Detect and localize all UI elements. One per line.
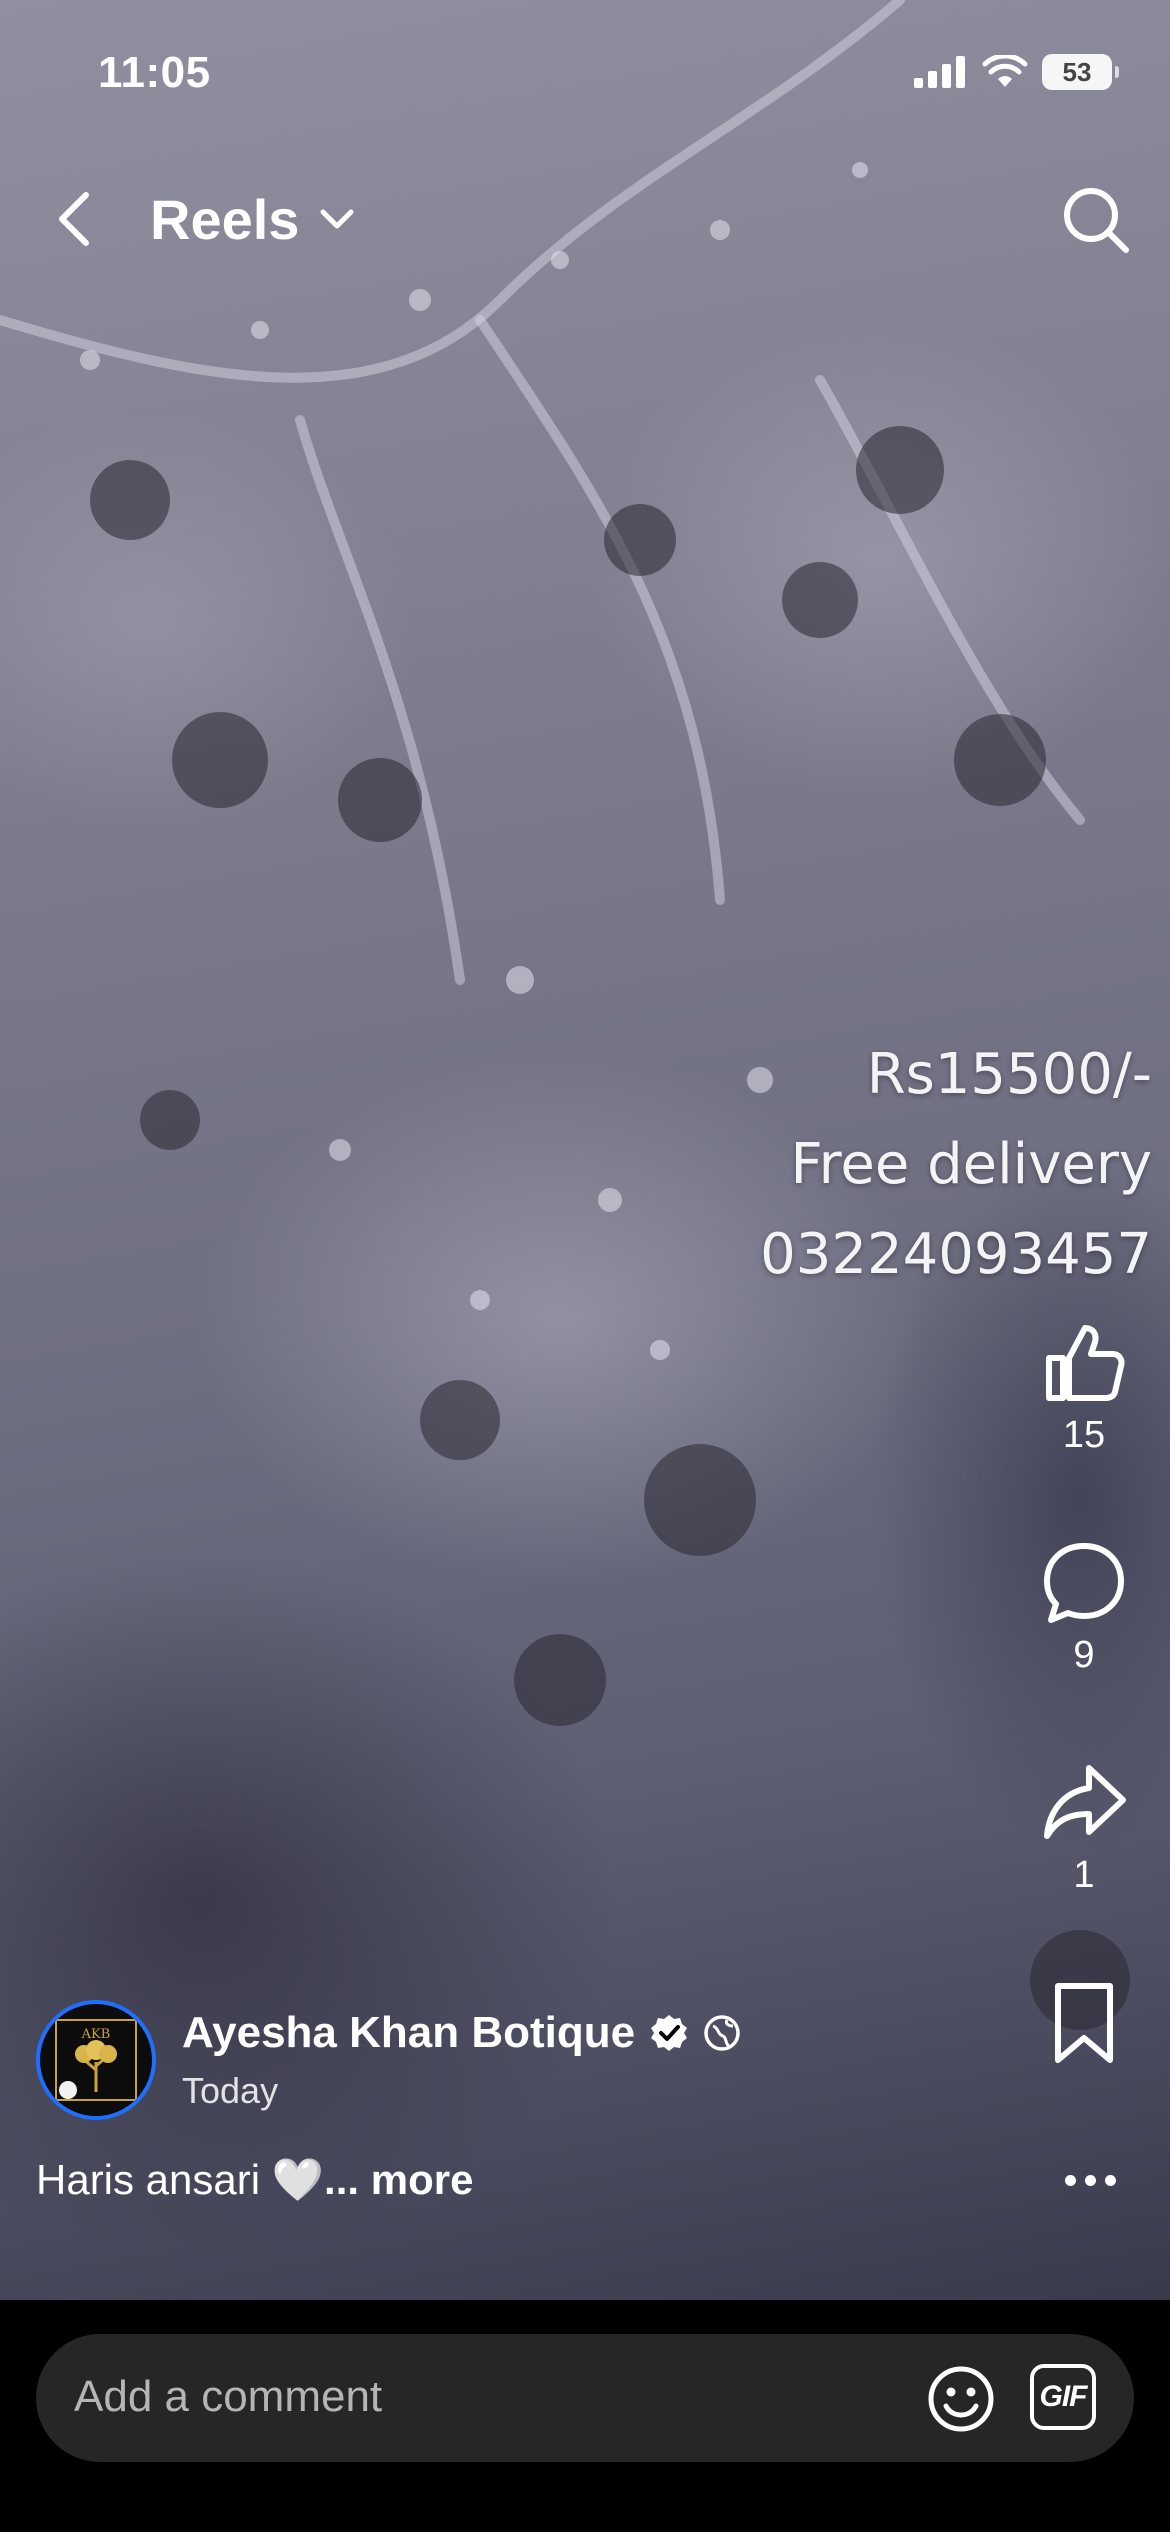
comment-placeholder: Add a comment (74, 2372, 383, 2421)
like-icon (1046, 1325, 1125, 1401)
chevron-down-icon (320, 209, 354, 229)
more-icon-dot (1104, 2174, 1116, 2186)
avatar[interactable]: AKB (36, 2000, 156, 2120)
author-name-row[interactable]: Ayesha Khan Botique (182, 2008, 741, 2058)
verified-icon (651, 2015, 688, 2051)
status-time: 11:05 (98, 48, 211, 97)
like-button[interactable]: 15 (1024, 1320, 1144, 1457)
more-icon-dot (1064, 2174, 1076, 2186)
logo-text: AKB (81, 2027, 111, 2042)
back-icon (59, 192, 89, 246)
gif-button[interactable]: GIF (1030, 2364, 1096, 2430)
price-text: Rs15500/- (866, 1042, 1152, 1107)
phone-text: 03224093457 (760, 1222, 1152, 1287)
share-count: 1 (1073, 1854, 1095, 1896)
gif-icon: GIF (1039, 2380, 1088, 2413)
save-button[interactable] (1024, 1980, 1144, 2066)
comment-input[interactable]: Add a comment GIF (36, 2334, 1134, 2462)
emoji-icon[interactable] (926, 2364, 996, 2434)
video-overlay-text: Rs15500/- Free delivery 03224093457 (760, 1030, 1152, 1300)
search-button[interactable] (1056, 180, 1136, 260)
boutique-logo: AKB (55, 2019, 137, 2101)
author-name: Ayesha Khan Botique (182, 2008, 636, 2057)
battery-icon: 53 (1042, 54, 1119, 90)
more-options-button[interactable] (1050, 2160, 1130, 2200)
bookmark-icon (1055, 1983, 1113, 2063)
caption-text: Haris ansari 🤍 (36, 2156, 325, 2203)
share-button[interactable]: 1 (1024, 1760, 1144, 1897)
share-icon (1044, 1765, 1126, 1839)
like-count: 15 (1062, 1414, 1106, 1456)
status-icons: 53 (914, 50, 1119, 94)
comment-count: 9 (1073, 1634, 1095, 1676)
caption-more-link[interactable]: ... more (324, 2156, 473, 2203)
battery-level: 53 (1062, 56, 1092, 87)
more-icon-dot (1084, 2174, 1096, 2186)
delivery-text: Free delivery (790, 1132, 1152, 1197)
comment-icon (1044, 1543, 1124, 1623)
reels-title-dropdown[interactable]: Reels (150, 184, 357, 254)
back-button[interactable] (44, 184, 104, 254)
post-time: Today (182, 2070, 279, 2111)
globe-icon (704, 2015, 740, 2051)
caption[interactable]: Haris ansari 🤍... more (36, 2156, 473, 2205)
signal-icon (914, 56, 965, 88)
reels-header: Reels (0, 170, 1170, 270)
search-icon (1064, 188, 1129, 253)
comment-button[interactable]: 9 (1024, 1540, 1144, 1677)
page-title: Reels (150, 187, 300, 251)
wifi-icon (982, 55, 1028, 87)
